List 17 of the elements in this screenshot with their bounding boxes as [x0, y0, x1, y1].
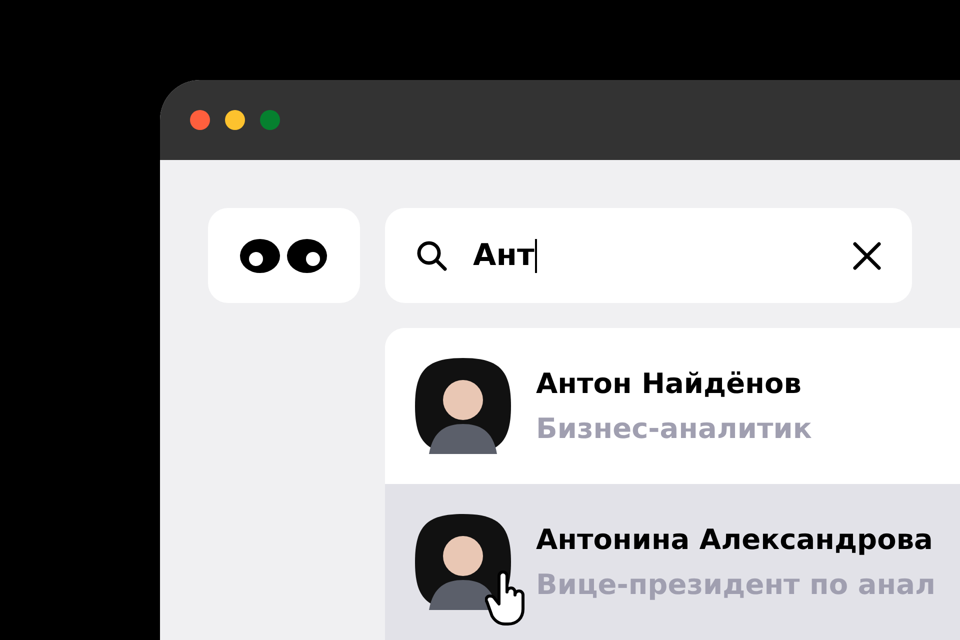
- close-icon: [852, 240, 882, 270]
- close-button[interactable]: [852, 240, 882, 270]
- search-query: Ант: [473, 238, 534, 273]
- close-window-button[interactable]: [190, 110, 210, 130]
- search-icon: [415, 238, 449, 272]
- search-field[interactable]: Ант: [385, 208, 912, 303]
- text-caret: [535, 238, 538, 272]
- maximize-window-button[interactable]: [260, 110, 280, 130]
- avatar-icon: [415, 514, 511, 610]
- person-role: Вице-президент по анал: [536, 568, 936, 601]
- person-role: Бизнес-аналитик: [536, 412, 812, 445]
- minimize-window-button[interactable]: [225, 110, 245, 130]
- logo-card[interactable]: [208, 208, 360, 303]
- person-name: Антонина Александрова: [536, 523, 934, 556]
- result-row[interactable]: Антонина Александрова Вице-президент по анал: [385, 484, 960, 640]
- person-name: Антон Найдёнов: [536, 367, 802, 400]
- avatar-icon: [415, 358, 511, 454]
